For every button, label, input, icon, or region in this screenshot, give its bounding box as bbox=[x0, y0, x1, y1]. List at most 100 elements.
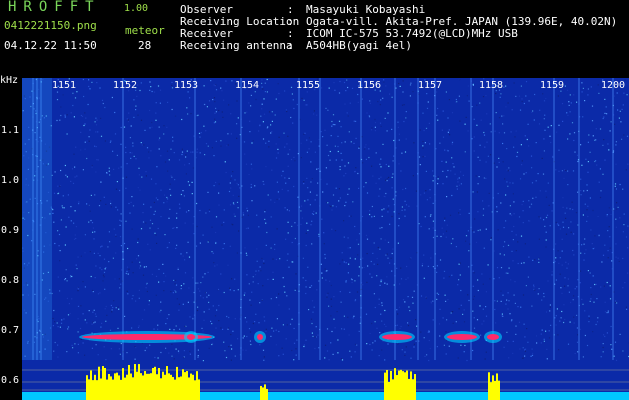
noise-speck bbox=[88, 136, 90, 138]
noise-speck bbox=[186, 150, 188, 152]
noise-speck bbox=[509, 182, 511, 184]
noise-speck bbox=[59, 290, 61, 292]
noise-speck bbox=[263, 359, 265, 361]
noise-speck bbox=[564, 212, 566, 214]
noise-speck bbox=[337, 145, 339, 148]
noise-speck bbox=[71, 298, 73, 300]
level-bar bbox=[410, 371, 412, 400]
noise-speck bbox=[266, 91, 268, 93]
noise-speck bbox=[483, 131, 485, 134]
noise-speck bbox=[165, 323, 167, 325]
noise-speck bbox=[573, 295, 575, 297]
noise-speck bbox=[223, 209, 225, 211]
noise-speck bbox=[490, 131, 492, 133]
vertical-streak bbox=[240, 78, 242, 360]
noise-speck bbox=[543, 340, 545, 342]
noise-speck bbox=[427, 265, 429, 267]
noise-speck bbox=[608, 149, 610, 151]
level-bar bbox=[266, 388, 268, 400]
noise-speck bbox=[415, 319, 417, 321]
noise-speck bbox=[126, 270, 128, 272]
noise-speck bbox=[543, 296, 545, 298]
noise-speck bbox=[564, 285, 566, 287]
noise-speck bbox=[527, 123, 529, 125]
noise-speck bbox=[477, 156, 479, 158]
noise-speck bbox=[250, 105, 252, 107]
noise-speck bbox=[228, 190, 231, 193]
noise-speck bbox=[199, 136, 201, 138]
noise-speck bbox=[275, 143, 277, 145]
noise-speck bbox=[502, 123, 504, 125]
noise-speck bbox=[602, 343, 604, 345]
noise-speck bbox=[220, 327, 222, 329]
x-tick-label: 1159 bbox=[540, 80, 565, 91]
noise-speck bbox=[603, 116, 605, 118]
noise-speck bbox=[597, 84, 599, 86]
noise-speck bbox=[447, 117, 449, 119]
noise-speck bbox=[82, 342, 84, 344]
noise-speck bbox=[68, 303, 70, 305]
noise-speck bbox=[436, 91, 438, 93]
noise-speck bbox=[100, 135, 103, 137]
noise-speck bbox=[426, 107, 429, 109]
noise-speck bbox=[437, 178, 439, 180]
noise-speck bbox=[82, 281, 84, 283]
noise-speck bbox=[477, 183, 479, 185]
noise-speck bbox=[386, 180, 388, 182]
noise-speck bbox=[197, 355, 199, 357]
noise-speck bbox=[95, 265, 97, 267]
noise-speck bbox=[251, 291, 253, 293]
noise-speck bbox=[173, 227, 175, 229]
noise-speck bbox=[321, 277, 323, 279]
noise-speck bbox=[155, 275, 158, 277]
noise-speck bbox=[514, 281, 516, 283]
noise-speck bbox=[208, 209, 211, 211]
noise-speck bbox=[322, 191, 324, 193]
noise-speck bbox=[284, 90, 286, 92]
noise-speck bbox=[517, 306, 519, 308]
noise-speck bbox=[413, 142, 415, 144]
noise-speck bbox=[505, 194, 507, 196]
noise-speck bbox=[65, 269, 67, 271]
noise-speck bbox=[200, 282, 202, 284]
noise-speck bbox=[401, 349, 403, 351]
noise-speck bbox=[324, 257, 326, 259]
noise-speck bbox=[379, 104, 381, 106]
noise-speck bbox=[404, 200, 406, 202]
noise-speck bbox=[603, 139, 605, 141]
noise-speck bbox=[617, 109, 619, 111]
noise-speck bbox=[140, 82, 142, 84]
noise-speck bbox=[379, 227, 381, 229]
noise-speck bbox=[486, 141, 488, 143]
noise-speck bbox=[396, 324, 398, 326]
noise-speck bbox=[439, 308, 441, 310]
noise-speck bbox=[555, 169, 557, 171]
noise-speck bbox=[185, 154, 187, 156]
noise-speck bbox=[498, 157, 500, 159]
noise-speck bbox=[93, 309, 95, 311]
noise-speck bbox=[485, 95, 487, 97]
noise-speck bbox=[212, 305, 214, 307]
noise-speck bbox=[489, 154, 492, 156]
noise-speck bbox=[192, 277, 194, 279]
noise-speck bbox=[541, 157, 543, 159]
noise-speck bbox=[626, 308, 628, 310]
noise-speck bbox=[465, 116, 467, 118]
noise-speck bbox=[204, 154, 206, 156]
noise-speck bbox=[113, 300, 115, 302]
noise-speck bbox=[446, 196, 448, 198]
spectrogram-panel bbox=[22, 78, 629, 400]
noise-speck bbox=[451, 194, 453, 197]
noise-speck bbox=[502, 294, 504, 296]
noise-speck bbox=[292, 261, 294, 263]
noise-speck bbox=[223, 341, 225, 343]
noise-speck bbox=[589, 272, 591, 274]
noise-speck bbox=[321, 272, 323, 274]
noise-speck bbox=[203, 103, 206, 106]
noise-speck bbox=[231, 223, 233, 225]
noise-speck bbox=[180, 193, 182, 196]
noise-speck bbox=[450, 170, 452, 172]
level-bar bbox=[144, 371, 146, 400]
noise-speck bbox=[497, 229, 499, 231]
noise-speck bbox=[407, 277, 409, 279]
